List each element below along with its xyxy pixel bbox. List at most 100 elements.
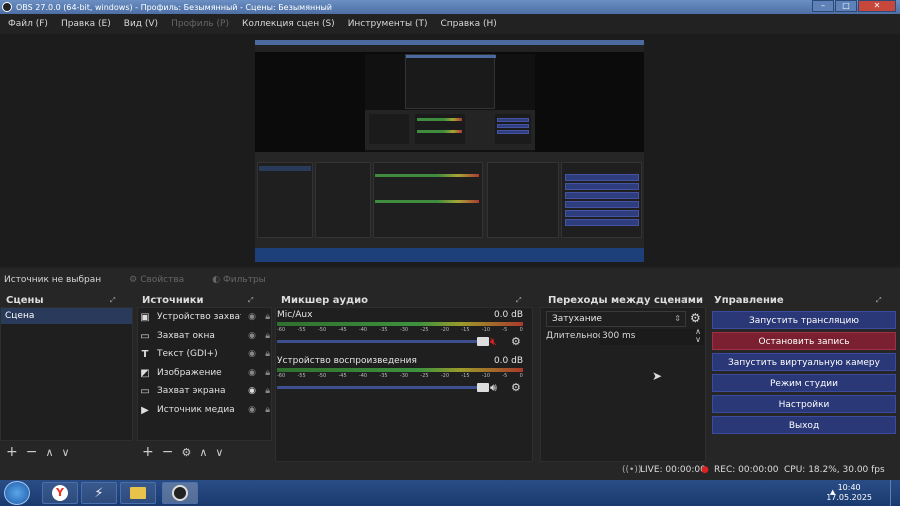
transition-value: Затухание <box>552 314 602 324</box>
stream-signal-icon: ((•)) <box>622 465 642 475</box>
show-desktop-button[interactable] <box>890 480 900 506</box>
lightning-app-icon[interactable]: ⚡ <box>81 482 117 504</box>
meter-ticks: -60 -55 -50 -45 -40 -35 -30 -25 -20 -15 -10 -5 0 <box>277 327 523 333</box>
source-item[interactable]: ▶ Источник медиа ◉ 🔒︎ <box>138 401 270 419</box>
menu-tools[interactable]: Инструменты (T) <box>348 19 428 29</box>
spin-arrows-icon[interactable]: ∧ ∨ <box>695 328 701 344</box>
source-item[interactable]: ◩ Изображение ◉ 🔒︎ <box>138 364 270 382</box>
start-virtual-camera-button[interactable]: Запустить виртуальную камеру <box>712 353 896 371</box>
lock-icon[interactable]: 🔒︎ <box>265 349 270 359</box>
scenes-title: Сцены <box>6 295 44 306</box>
gear-icon: ⚙ <box>129 275 138 285</box>
visibility-icon[interactable]: ◉ <box>248 312 256 322</box>
menu-edit[interactable]: Правка (E) <box>61 19 111 29</box>
move-down-icon[interactable]: ∨ <box>62 446 70 459</box>
visibility-icon[interactable]: ◉ <box>248 368 256 378</box>
chevron-updown-icon: ⇕ <box>674 314 681 323</box>
transitions-title-text: Переходы между сценами <box>548 295 703 306</box>
transition-select[interactable]: Затухание ⇕ <box>546 311 686 327</box>
gear-icon[interactable]: ⚙ <box>511 381 521 394</box>
window-icon: ▭ <box>140 330 150 342</box>
live-time: LIVE: 00:00:00 <box>640 465 706 475</box>
start-button[interactable] <box>4 481 30 505</box>
studio-mode-button[interactable]: Режим студии <box>712 374 896 392</box>
dock-float-icon[interactable]: ⤢ <box>110 296 116 305</box>
menu-help[interactable]: Справка (H) <box>440 19 496 29</box>
mixer-title: Микшер аудио <box>281 295 368 306</box>
transitions-title: Переходы между сценами <box>548 295 703 306</box>
speaker-icon[interactable]: 🔊︎ <box>490 381 497 395</box>
menu-file[interactable]: Файл (F) <box>8 19 48 29</box>
volume-slider[interactable] <box>277 383 489 392</box>
gear-icon[interactable]: ⚙ <box>690 311 701 325</box>
source-label: Изображение <box>157 368 222 378</box>
file-explorer-icon[interactable] <box>120 482 156 504</box>
gear-icon[interactable]: ⚙ <box>181 446 191 459</box>
mixer-title-text: Микшер аудио <box>281 295 369 306</box>
window-title: OBS 27.0.0 (64-bit, windows) - Профиль: … <box>16 2 332 12</box>
visibility-icon[interactable]: ◉ <box>248 349 256 359</box>
remove-source-icon[interactable]: − <box>162 444 174 460</box>
lock-icon[interactable]: 🔒︎ <box>265 368 270 378</box>
add-source-icon[interactable]: + <box>142 444 154 460</box>
dock-float-icon[interactable]: ⤢ <box>876 296 882 305</box>
docks-area: Сцены ⤢ Сцена + − ∧ ∨ Источники ⤢ ▣ Устр… <box>0 292 900 462</box>
maximize-button[interactable]: □ <box>835 0 857 12</box>
lock-icon[interactable]: 🔒︎ <box>265 331 270 341</box>
slider-knob[interactable] <box>477 383 489 392</box>
move-down-icon[interactable]: ∨ <box>215 446 223 459</box>
gear-icon[interactable]: ⚙ <box>511 335 521 348</box>
dock-float-icon[interactable]: ⤢ <box>248 296 254 305</box>
close-button[interactable]: ✕ <box>858 0 896 12</box>
clock[interactable]: 10:40 17.05.2025 <box>826 483 872 503</box>
scene-item[interactable]: Сцена <box>1 308 132 324</box>
source-item[interactable]: ▣ Устройство захвата видео ◉ 🔒︎ <box>138 308 270 326</box>
stop-recording-button[interactable]: Остановить запись <box>712 332 896 350</box>
source-item[interactable]: ▭ Захват экрана ◉ 🔒︎ <box>138 382 270 400</box>
source-item[interactable]: T Текст (GDI+) ◉ 🔒︎ <box>138 345 270 363</box>
source-label: Текст (GDI+) <box>157 349 218 359</box>
visibility-icon[interactable]: ◉ <box>248 386 256 396</box>
move-up-icon[interactable]: ∧ <box>199 446 207 459</box>
source-item[interactable]: ▭ Захват окна ◉ 🔒︎ <box>138 327 270 345</box>
filters-button: ◐ Фильтры <box>212 275 266 285</box>
minimize-button[interactable]: – <box>812 0 834 12</box>
dock-float-icon[interactable]: ⤢ <box>516 296 522 305</box>
source-label: Устройство захвата видео <box>157 312 241 322</box>
play-icon: ▶ <box>141 404 149 416</box>
sources-title: Источники <box>142 295 204 306</box>
obs-taskbar-icon[interactable] <box>162 482 198 504</box>
visibility-icon[interactable]: ◉ <box>248 405 256 415</box>
duration-value: 300 ms <box>602 331 636 341</box>
camera-icon: ▣ <box>140 311 150 323</box>
channel-name: Mic/Aux <box>277 310 313 320</box>
move-up-icon[interactable]: ∧ <box>45 446 53 459</box>
meter-ticks: -60 -55 -50 -45 -40 -35 -30 -25 -20 -15 -10 -5 0 <box>277 373 523 379</box>
no-source-label: Источник не выбран <box>4 275 102 285</box>
muted-speaker-icon[interactable]: 🔇︎ <box>490 335 497 349</box>
exit-button[interactable]: Выход <box>712 416 896 434</box>
remove-scene-icon[interactable]: − <box>26 444 38 460</box>
preview-area[interactable] <box>0 34 900 266</box>
slider-knob[interactable] <box>477 337 489 346</box>
settings-button[interactable]: Настройки <box>712 395 896 413</box>
scenes-toolbar: + − ∧ ∨ <box>6 444 70 460</box>
controls-title: Управление <box>714 295 784 306</box>
visibility-icon[interactable]: ◉ <box>248 331 256 341</box>
lock-icon[interactable]: 🔒︎ <box>265 312 270 322</box>
preview-capture <box>255 40 644 262</box>
add-scene-icon[interactable]: + <box>6 444 18 460</box>
sources-title-text: Источники <box>142 295 204 306</box>
monitor-icon: ▭ <box>140 385 150 397</box>
lock-icon[interactable]: 🔒︎ <box>265 386 270 396</box>
dock-float-icon[interactable]: ⤢ <box>682 296 688 305</box>
lock-icon[interactable]: 🔒︎ <box>265 405 270 415</box>
menu-scene-collection[interactable]: Коллекция сцен (S) <box>242 19 335 29</box>
duration-spinbox[interactable]: 300 ms ∧ ∨ <box>600 328 704 345</box>
yandex-browser-icon[interactable]: Y <box>42 482 78 504</box>
volume-slider[interactable] <box>277 337 489 346</box>
mixer-channel-desktop: Устройство воспроизведения 0.0 dB -60 -55… <box>277 356 527 402</box>
start-streaming-button[interactable]: Запустить трансляцию <box>712 311 896 329</box>
menu-view[interactable]: Вид (V) <box>124 19 158 29</box>
level-meter <box>277 322 523 326</box>
